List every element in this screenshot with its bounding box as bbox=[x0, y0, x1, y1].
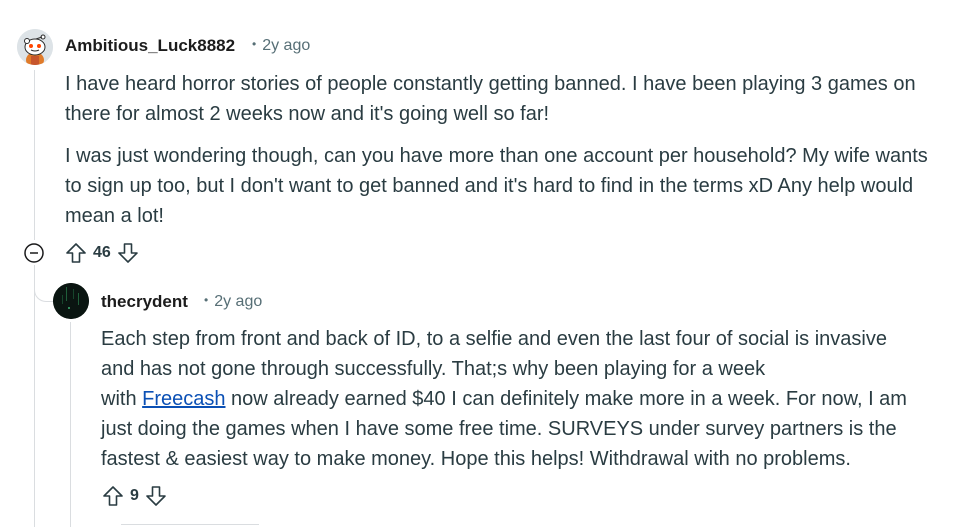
comment-author[interactable]: Ambitious_Luck8882 bbox=[65, 36, 235, 56]
vote-score: 9 bbox=[130, 487, 139, 504]
avatar[interactable] bbox=[53, 283, 89, 319]
separator-dot: • bbox=[204, 293, 209, 307]
comment-body: Each step from front and back of ID, to … bbox=[101, 324, 951, 474]
comment-paragraph: I was just wondering though, can you hav… bbox=[65, 145, 928, 227]
comment-line: Each step from front and back of ID, to … bbox=[101, 328, 887, 350]
comment-age: 2y ago bbox=[262, 37, 311, 54]
downvote-arrow-icon[interactable] bbox=[144, 484, 168, 508]
comment-age: 2y ago bbox=[214, 293, 263, 310]
next-reply-line bbox=[121, 524, 259, 525]
comment-timestamp: • 2y ago bbox=[204, 293, 262, 311]
comment-body: I have heard horror stories of people co… bbox=[65, 69, 945, 231]
thread-line-main bbox=[34, 70, 35, 240]
downvote-arrow-icon[interactable] bbox=[116, 241, 140, 265]
comment-line: fastest & easiest way to make money. Hop… bbox=[101, 448, 851, 470]
thread-line-second bbox=[70, 322, 71, 527]
comment-timestamp: • 2y ago bbox=[252, 37, 310, 55]
separator-dot: • bbox=[252, 37, 257, 51]
avatar[interactable] bbox=[17, 29, 53, 65]
thread-line-reply-branch bbox=[34, 265, 53, 302]
comment-line: just doing the games when I have some fr… bbox=[101, 418, 897, 440]
comment-line-suffix: now already earned $40 I can definitely … bbox=[225, 388, 907, 410]
collapse-button[interactable] bbox=[23, 242, 45, 264]
vote-bar: 9 bbox=[101, 484, 168, 508]
upvote-arrow-icon[interactable] bbox=[101, 484, 125, 508]
comment-author[interactable]: thecrydent bbox=[101, 292, 188, 312]
snoo-avatar-icon bbox=[17, 29, 53, 65]
upvote-arrow-icon[interactable] bbox=[64, 241, 88, 265]
vote-bar: 46 bbox=[64, 241, 140, 265]
comment-line: and has not gone through successfully. T… bbox=[101, 358, 766, 380]
dark-avatar-icon bbox=[53, 283, 89, 319]
comment-line-prefix: with bbox=[101, 388, 143, 410]
thread-line-reply bbox=[34, 265, 35, 527]
collapse-minus-icon bbox=[24, 243, 44, 263]
freecash-link[interactable]: Freecash bbox=[142, 388, 225, 410]
comment-line: with Freecash now already earned $40 I c… bbox=[101, 384, 951, 414]
vote-score: 46 bbox=[93, 244, 111, 261]
comment-paragraph: I have heard horror stories of people co… bbox=[65, 73, 916, 125]
